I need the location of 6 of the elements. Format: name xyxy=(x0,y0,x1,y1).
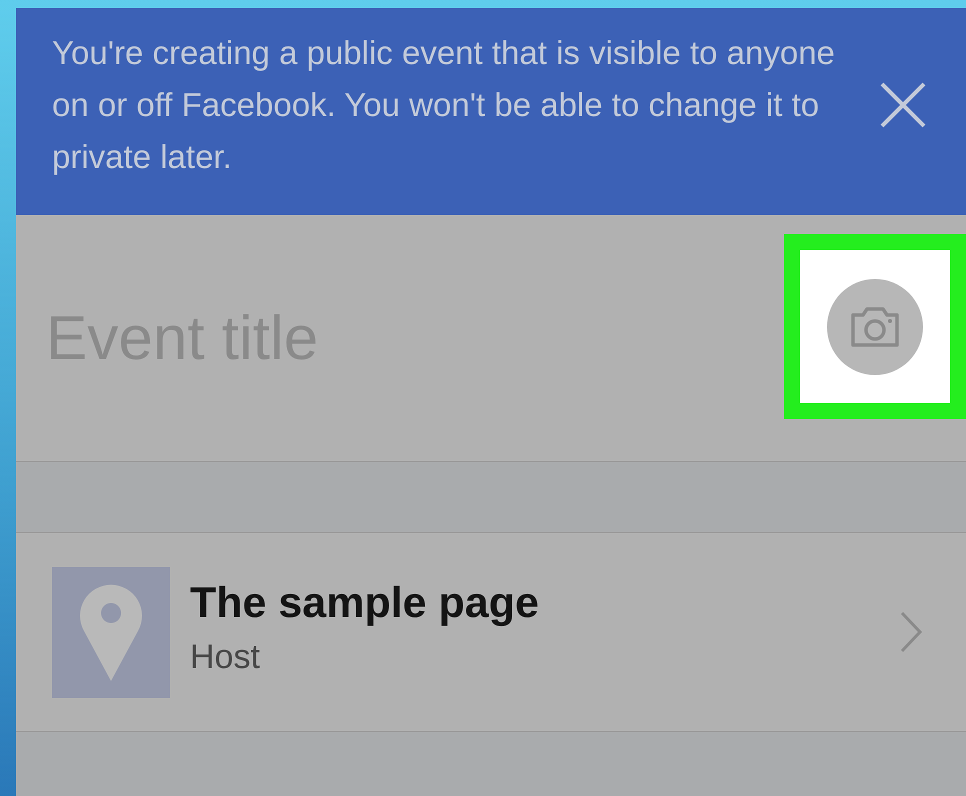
close-icon[interactable] xyxy=(880,82,926,128)
notice-text: You're creating a public event that is visible to anyone on or off Facebook. You won't be able to change it to private later. xyxy=(52,32,836,177)
location-pin-icon xyxy=(80,583,142,681)
host-label: Host xyxy=(190,638,261,677)
camera-icon xyxy=(849,304,901,348)
host-name: The sample page xyxy=(190,579,539,628)
